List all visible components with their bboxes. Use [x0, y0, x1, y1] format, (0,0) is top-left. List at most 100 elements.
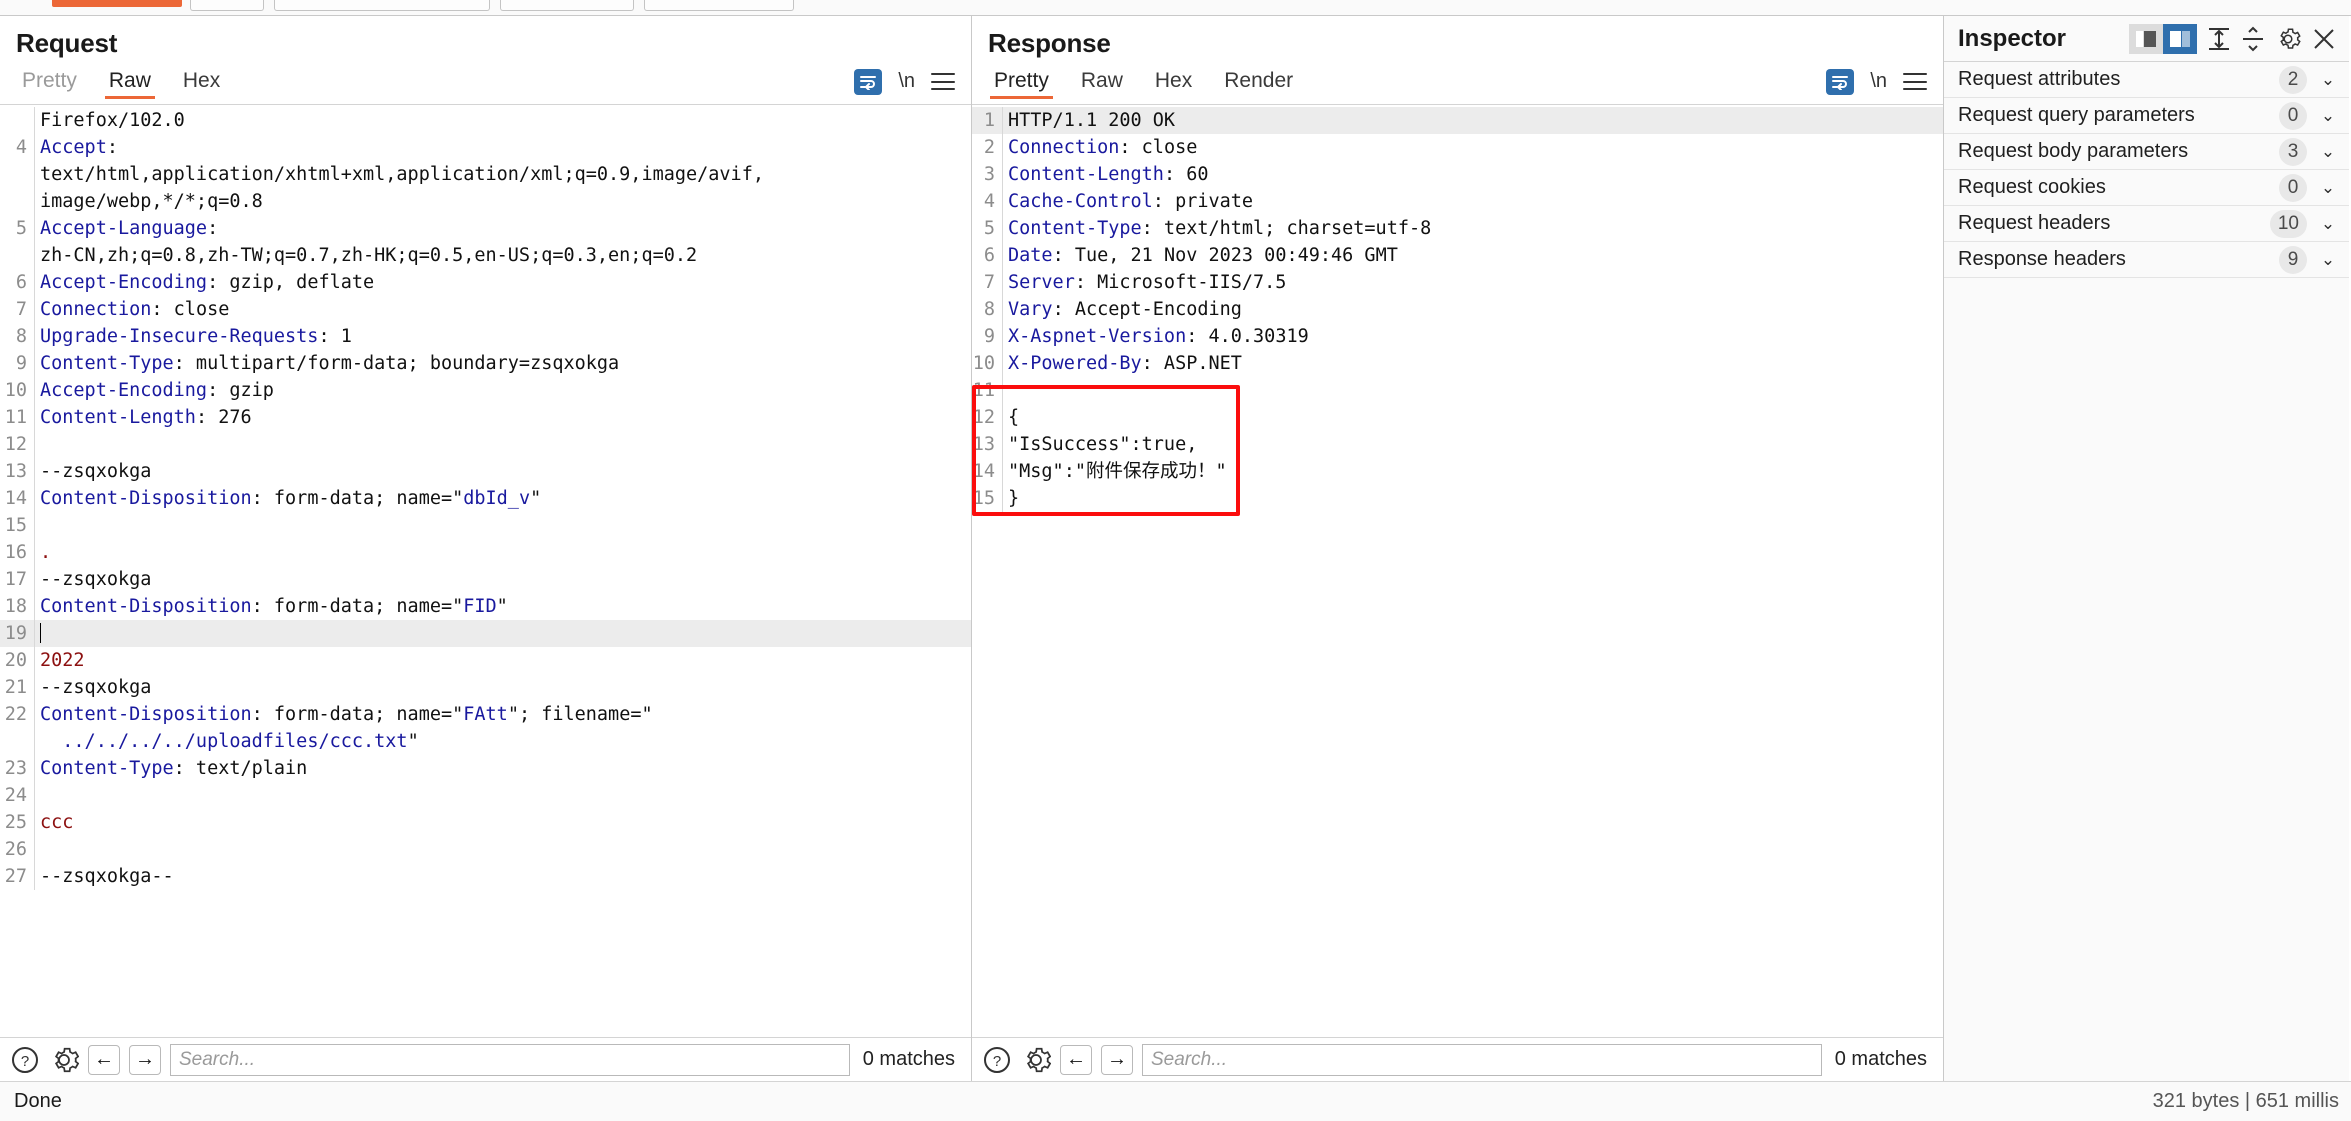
- inspector-row-3[interactable]: Request cookies 0 ⌄: [1944, 170, 2349, 206]
- code-line: 14 "Msg":"附件保存成功！": [972, 458, 1943, 485]
- search-prev-button[interactable]: ←: [88, 1044, 120, 1075]
- code-line: 25 ccc: [0, 809, 971, 836]
- inspector-row-0[interactable]: Request attributes 2 ⌄: [1944, 62, 2349, 98]
- expand-all-icon[interactable]: [2207, 26, 2231, 52]
- line-number: 24: [4, 785, 27, 806]
- chevron-down-icon[interactable]: ⌄: [2319, 142, 2337, 162]
- newline-icon[interactable]: \n: [1870, 70, 1887, 93]
- response-search-input[interactable]: [1142, 1043, 1822, 1076]
- code-line: image/webp,*/*;q=0.8: [0, 188, 971, 215]
- line-number: 13: [4, 461, 27, 482]
- svg-text:?: ?: [993, 1053, 1001, 1070]
- code-line: 9 Content-Type: multipart/form-data; boun…: [0, 350, 971, 377]
- code-text: Connection: close: [34, 296, 971, 323]
- code-text: Server: Microsoft-IIS/7.5: [1002, 269, 1943, 296]
- request-title: Request: [16, 28, 118, 58]
- search-next-button[interactable]: →: [129, 1044, 161, 1075]
- code-text: text/html,application/xhtml+xml,applicat…: [34, 161, 971, 188]
- code-text: 2022: [34, 647, 971, 674]
- line-number: 9: [983, 326, 995, 347]
- code-line: zh-CN,zh;q=0.8,zh-TW;q=0.7,zh-HK;q=0.5,e…: [0, 242, 971, 269]
- tab-response-hex[interactable]: Hex: [1147, 70, 1200, 99]
- line-number: 15: [972, 488, 995, 509]
- active-tab-indicator[interactable]: [52, 0, 182, 7]
- code-text: "Msg":"附件保存成功！": [1002, 458, 1943, 485]
- layout-horizontal-icon[interactable]: [2163, 23, 2197, 54]
- chevron-down-icon[interactable]: ⌄: [2319, 250, 2337, 270]
- code-text: Accept-Language:: [34, 215, 971, 242]
- collapse-all-icon[interactable]: [2241, 26, 2265, 52]
- code-line: text/html,application/xhtml+xml,applicat…: [0, 161, 971, 188]
- line-number: 10: [4, 380, 27, 401]
- chevron-down-icon[interactable]: ⌄: [2319, 106, 2337, 126]
- gear-icon[interactable]: [49, 1045, 80, 1075]
- inspector-row-count: 3: [2279, 137, 2307, 166]
- tab-response-render[interactable]: Render: [1216, 70, 1301, 99]
- code-text: Content-Disposition: form-data; name="db…: [34, 485, 971, 512]
- code-text: [34, 836, 971, 863]
- help-icon[interactable]: ?: [10, 1045, 40, 1075]
- code-text: [34, 782, 971, 809]
- tab-request-raw[interactable]: Raw: [101, 70, 159, 99]
- word-wrap-icon[interactable]: [1826, 68, 1855, 95]
- line-number: 4: [983, 191, 995, 212]
- inspector-row-5[interactable]: Response headers 9 ⌄: [1944, 242, 2349, 278]
- inspector-row-1[interactable]: Request query parameters 0 ⌄: [1944, 98, 2349, 134]
- inspector-pane: Inspector Request attributes 2 ⌄ Request…: [1944, 16, 2349, 1081]
- close-icon[interactable]: [2311, 26, 2337, 52]
- line-number: 8: [15, 326, 27, 347]
- chevron-down-icon[interactable]: ⌄: [2319, 70, 2337, 90]
- inspector-header: Inspector: [1944, 16, 2349, 62]
- gear-icon[interactable]: [2275, 26, 2301, 52]
- code-text: Accept:: [34, 134, 971, 161]
- help-icon[interactable]: ?: [982, 1045, 1012, 1075]
- code-line: 6 Accept-Encoding: gzip, deflate: [0, 269, 971, 296]
- toolbar-button-3[interactable]: [500, 0, 634, 11]
- code-text: Vary: Accept-Encoding: [1002, 296, 1943, 323]
- code-text: "IsSuccess":true,: [1002, 431, 1943, 458]
- code-text: Content-Length: 60: [1002, 161, 1943, 188]
- line-number: 6: [983, 245, 995, 266]
- inspector-row-label: Response headers: [1958, 248, 2126, 270]
- tab-response-raw[interactable]: Raw: [1073, 70, 1131, 99]
- request-search-input[interactable]: [170, 1043, 850, 1076]
- tab-request-hex[interactable]: Hex: [175, 70, 228, 99]
- line-number: 12: [972, 407, 995, 428]
- inspector-row-4[interactable]: Request headers 10 ⌄: [1944, 206, 2349, 242]
- toolbar-button-1[interactable]: [190, 0, 264, 11]
- code-line: 23 Content-Type: text/plain: [0, 755, 971, 782]
- line-number: 20: [4, 650, 27, 671]
- code-text: [34, 512, 971, 539]
- search-prev-button[interactable]: ←: [1060, 1044, 1092, 1075]
- chevron-down-icon[interactable]: ⌄: [2319, 178, 2337, 198]
- request-editor[interactable]: Firefox/102.0 4 Accept: text/html,applicati…: [0, 105, 971, 1037]
- code-text: Content-Length: 276: [34, 404, 971, 431]
- response-editor[interactable]: 1 HTTP/1.1 200 OK 2 Connection: close 3 Conte…: [972, 105, 1943, 1037]
- tab-response-pretty[interactable]: Pretty: [986, 70, 1057, 99]
- gear-icon[interactable]: [1021, 1045, 1052, 1075]
- code-line: 19: [0, 620, 971, 647]
- inspector-row-2[interactable]: Request body parameters 3 ⌄: [1944, 134, 2349, 170]
- request-match-count: 0 matches: [862, 1048, 955, 1070]
- toolbar-button-2[interactable]: [274, 0, 490, 11]
- inspector-row-label: Request attributes: [1958, 68, 2121, 90]
- code-line: 15: [0, 512, 971, 539]
- tab-request-pretty[interactable]: Pretty: [14, 70, 85, 99]
- code-text: }: [1002, 485, 1943, 512]
- code-line: 18 Content-Disposition: form-data; name="…: [0, 593, 971, 620]
- word-wrap-icon[interactable]: [854, 68, 883, 95]
- layout-vertical-icon[interactable]: [2129, 23, 2163, 54]
- code-line: 21 --zsqxokga: [0, 674, 971, 701]
- code-line: 13 --zsqxokga: [0, 458, 971, 485]
- search-next-button[interactable]: →: [1101, 1044, 1133, 1075]
- request-tabbar: Pretty Raw Hex \n: [0, 65, 971, 105]
- line-number: 8: [983, 299, 995, 320]
- toolbar-button-4[interactable]: [644, 0, 794, 11]
- menu-icon[interactable]: [931, 73, 955, 90]
- code-text: {: [1002, 404, 1943, 431]
- newline-icon[interactable]: \n: [898, 70, 915, 93]
- menu-icon[interactable]: [1903, 73, 1927, 90]
- code-line: 13 "IsSuccess":true,: [972, 431, 1943, 458]
- chevron-down-icon[interactable]: ⌄: [2319, 214, 2337, 234]
- code-line: 11: [972, 377, 1943, 404]
